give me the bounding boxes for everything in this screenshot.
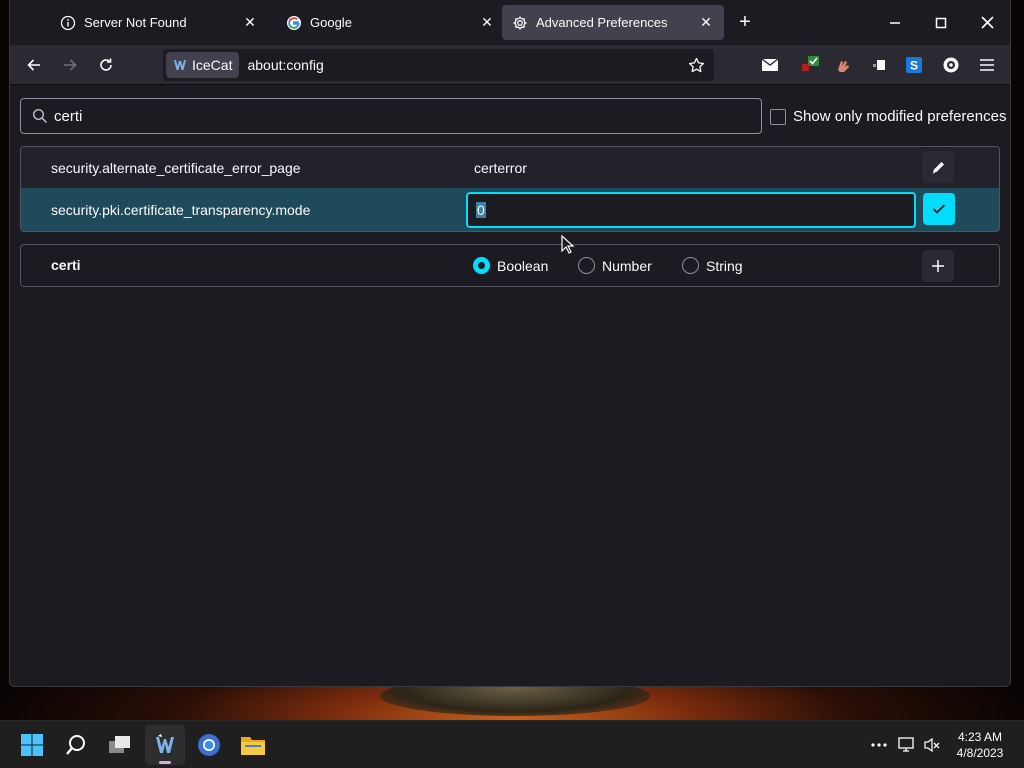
gear-icon [512,15,528,31]
arrow-right-icon [64,59,77,71]
radio-label: String [706,257,743,274]
start-button[interactable] [12,725,52,765]
reload-icon [100,58,112,71]
about-config-page: Show only modified preferences security.… [10,86,1010,686]
icecat-logo-icon [174,60,186,70]
icecat-taskbar-button[interactable] [145,725,185,765]
search-icon [66,735,85,755]
google-icon [286,15,302,31]
svg-text:S: S [910,59,918,73]
new-tab-button[interactable]: + [734,11,756,33]
task-view-button[interactable] [100,725,140,765]
network-icon[interactable] [897,735,917,755]
tab-label: Advanced Preferences [536,15,668,30]
radio-boolean-dot[interactable] [473,257,490,274]
info-icon [60,15,76,31]
url-text[interactable]: about:config [247,57,682,73]
search-icon [32,108,48,124]
close-tab-icon[interactable]: ✕ [698,14,714,31]
radio-number-dot[interactable] [578,257,595,274]
pref-value: certerror [474,160,527,176]
identity-box[interactable]: IceCat [166,52,240,78]
clock-time: 4:23 AM [957,730,1003,744]
close-tab-icon[interactable]: ✕ [479,14,495,31]
mouse-cursor-icon [561,235,575,254]
show-modified-toggle[interactable]: Show only modified preferences [770,108,1006,125]
more-dots-icon [871,743,887,747]
file-explorer-taskbar-button[interactable] [233,725,273,765]
close-window-button[interactable] [964,0,1010,45]
task-view-icon [109,736,130,753]
checkmark-extension-icon[interactable] [798,53,822,77]
identity-label: IceCat [192,57,233,73]
add-pref-row: certi Boolean Number String [20,244,1000,287]
tab-bar: Server Not Found ✕ Google ✕ Advanced Pre… [10,0,1010,45]
eye-extension-icon[interactable] [939,53,963,77]
save-button[interactable] [923,193,955,225]
taskbar: 4:23 AM 4/8/2023 [0,720,1024,768]
reload-button[interactable] [90,49,122,81]
radio-string-dot[interactable] [682,257,699,274]
active-indicator [159,761,171,764]
s-extension-icon[interactable]: S [902,53,926,77]
forward-button[interactable] [54,49,86,81]
plus-icon [932,260,944,272]
clock[interactable]: 4:23 AM 4/8/2023 [948,729,1012,761]
prefs-table: security.alternate_certificate_error_pag… [20,146,1000,232]
pref-name: security.alternate_certificate_error_pag… [51,160,301,176]
hand-extension-icon[interactable] [831,53,855,77]
minimize-button[interactable] [872,0,918,45]
maximize-button[interactable] [918,0,964,45]
search-box[interactable] [20,98,762,134]
tab-server-not-found[interactable]: Server Not Found ✕ [50,5,268,40]
pencil-icon [932,161,944,173]
tab-label: Google [310,15,352,30]
edit-button[interactable] [922,151,954,183]
volume-muted-icon[interactable] [922,735,942,755]
search-input[interactable] [54,107,654,125]
show-modified-label: Show only modified preferences [793,108,1007,125]
show-modified-checkbox[interactable] [770,108,786,125]
radio-number[interactable]: Number [578,257,652,274]
pref-value-selected-text[interactable]: 0 [476,202,486,218]
table-row[interactable]: security.alternate_certificate_error_pag… [21,147,999,188]
mail-icon[interactable] [758,53,782,77]
back-button[interactable] [18,49,50,81]
menu-hamburger-icon[interactable] [975,53,999,77]
show-hidden-icons-button[interactable] [869,735,889,755]
bookmark-star-icon[interactable] [682,51,710,79]
radio-boolean[interactable]: Boolean [473,257,548,274]
windows-logo-icon [21,734,43,756]
radio-label: Number [602,257,652,274]
tab-google[interactable]: Google ✕ [276,5,505,40]
search-taskbar-button[interactable] [56,725,96,765]
add-button[interactable] [922,250,954,282]
icecat-logo-icon [156,734,174,753]
pref-value-input[interactable]: 0 [466,192,916,228]
browser-window: Server Not Found ✕ Google ✕ Advanced Pre… [9,0,1011,687]
new-pref-name: certi [51,257,81,273]
clock-date: 4/8/2023 [956,746,1004,760]
tab-label: Server Not Found [84,15,187,30]
note-extension-icon[interactable] [867,53,891,77]
table-row-editing[interactable]: security.pki.certificate_transparency.mo… [21,188,999,231]
chromium-icon [198,734,220,756]
close-tab-icon[interactable]: ✕ [242,14,258,31]
chromium-taskbar-button[interactable] [189,725,229,765]
checkmark-icon [932,204,946,214]
radio-string[interactable]: String [682,257,743,274]
arrow-left-icon [27,59,40,71]
url-bar[interactable]: IceCat about:config [163,49,714,81]
radio-label: Boolean [497,257,549,274]
tab-advanced-preferences[interactable]: Advanced Preferences ✕ [502,5,724,40]
navigation-toolbar: IceCat about:config S [10,45,1010,85]
folder-icon [241,737,265,755]
pref-name: security.pki.certificate_transparency.mo… [51,202,311,218]
